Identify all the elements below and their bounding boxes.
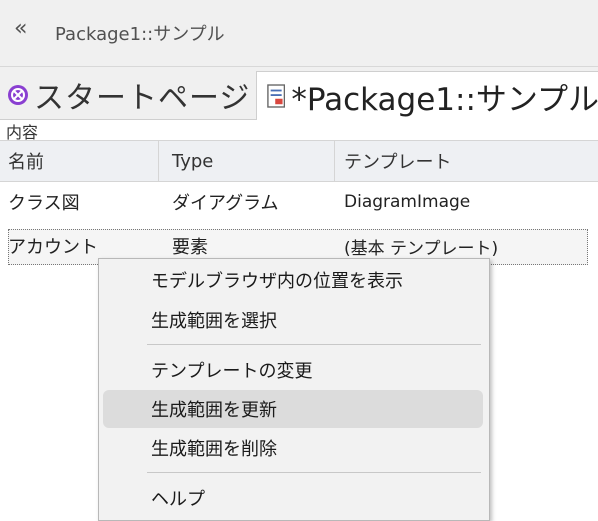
tab-strip: スタートページ *Package1::サンプル — [0, 67, 598, 120]
column-divider[interactable] — [334, 141, 335, 181]
tab-start-page-label: スタートページ — [34, 81, 251, 116]
column-divider[interactable] — [158, 141, 159, 181]
cell-type: ダイアグラム — [172, 193, 279, 214]
document-icon — [267, 84, 286, 108]
menu-item-delete-scope[interactable]: 生成範囲を削除 — [103, 429, 483, 467]
table-row[interactable]: クラス図 ダイアグラム DiagramImage — [0, 182, 598, 222]
column-header-name[interactable]: 名前 — [8, 141, 158, 181]
cell-template: DiagramImage — [344, 192, 471, 212]
cell-name: クラス図 — [8, 193, 80, 214]
menu-item-change-template[interactable]: テンプレートの変更 — [103, 351, 483, 389]
menu-separator — [147, 344, 481, 345]
title-bar: « Package1::サンプル — [0, 0, 598, 67]
column-header-type[interactable]: Type — [172, 141, 332, 181]
collapse-icon[interactable]: « — [14, 18, 27, 40]
menu-item-help[interactable]: ヘルプ — [103, 479, 483, 517]
context-menu: モデルブラウザ内の位置を表示 生成範囲を選択 テンプレートの変更 生成範囲を更新… — [98, 258, 490, 521]
table-header: 名前 Type テンプレート — [0, 140, 598, 182]
menu-separator — [147, 472, 481, 473]
menu-item-update-scope[interactable]: 生成範囲を更新 — [103, 390, 483, 428]
tab-package-sample-label: *Package1::サンプル — [291, 81, 598, 118]
menu-item-select-scope[interactable]: 生成範囲を選択 — [103, 301, 483, 339]
column-header-template[interactable]: テンプレート — [344, 141, 594, 181]
window-title: Package1::サンプル — [55, 24, 225, 45]
tab-start-page[interactable]: スタートページ — [6, 75, 251, 116]
tab-package-sample[interactable]: *Package1::サンプル — [256, 71, 598, 120]
start-page-icon — [8, 85, 28, 105]
menu-item-show-in-browser[interactable]: モデルブラウザ内の位置を表示 — [103, 261, 483, 299]
